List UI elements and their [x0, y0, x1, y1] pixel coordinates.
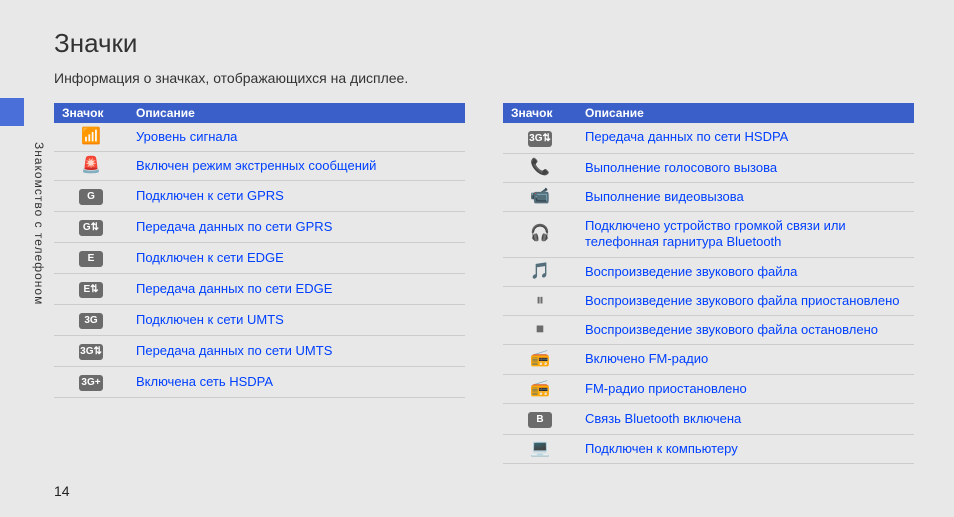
desc-cell: Подключен к компьютеру: [577, 434, 914, 463]
icon-cell: 3G⇅: [54, 336, 128, 367]
icon-cell: 📹: [503, 182, 577, 211]
icon-cell: 3G: [54, 305, 128, 336]
icon-cell: 📞: [503, 153, 577, 182]
signal-icon: 📶: [79, 129, 103, 145]
audio-play-icon: 🎵: [528, 264, 552, 280]
audio-stop-icon: ⏹: [528, 322, 552, 338]
umts-data-icon: 3G⇅: [79, 344, 103, 360]
desc-cell: Подключен к сети EDGE: [128, 243, 465, 274]
table-row: G⇅ Передача данных по сети GPRS: [54, 212, 465, 243]
icon-cell: 📻: [503, 345, 577, 374]
table-row: ⏸ Воспроизведение звукового файла приоста…: [503, 286, 914, 315]
table-row: 3G+ Включена сеть HSDPA: [54, 367, 465, 398]
icon-cell: G⇅: [54, 212, 128, 243]
table-row: 🎧 Подключено устройство громкой связи или…: [503, 212, 914, 258]
table-row: G Подключен к сети GPRS: [54, 181, 465, 212]
th-icon: Значок: [54, 103, 128, 123]
icon-cell: ⏹: [503, 316, 577, 345]
page-body: Значки Информация о значках, отображающи…: [54, 10, 914, 507]
desc-cell: Передача данных по сети UMTS: [128, 336, 465, 367]
icon-cell: 💻: [503, 434, 577, 463]
desc-cell: FM-радио приостановлено: [577, 374, 914, 403]
left-column: Значок Описание 📶 Уровень сигнала 🚨 Включен…: [54, 103, 465, 465]
emergency-icon: 🚨: [79, 158, 103, 174]
bluetooth-icon: B: [528, 412, 552, 428]
desc-cell: Уровень сигнала: [128, 123, 465, 152]
page-title: Значки: [54, 28, 914, 59]
table-row: 3G⇅ Передача данных по сети UMTS: [54, 336, 465, 367]
audio-pause-icon: ⏸: [528, 293, 552, 309]
table-row: B Связь Bluetooth включена: [503, 403, 914, 434]
icon-cell: 🎵: [503, 257, 577, 286]
desc-cell: Воспроизведение звукового файла остановл…: [577, 316, 914, 345]
gprs-data-icon: G⇅: [79, 220, 103, 236]
fm-on-icon: 📻: [528, 351, 552, 367]
table-row: 📻 Включено FM-радио: [503, 345, 914, 374]
voice-call-icon: 📞: [528, 160, 552, 176]
desc-cell: Выполнение видеовызова: [577, 182, 914, 211]
icon-cell: G: [54, 181, 128, 212]
edge-data-icon: E⇅: [79, 282, 103, 298]
section-side-label: Знакомство с телефоном: [32, 142, 46, 305]
icon-cell: E⇅: [54, 274, 128, 305]
fm-pause-icon: 📻: [528, 381, 552, 397]
bt-headset-icon: 🎧: [528, 226, 552, 242]
icon-cell: ⏸: [503, 286, 577, 315]
icon-cell: 3G+: [54, 367, 128, 398]
desc-cell: Подключено устройство громкой связи или …: [577, 212, 914, 258]
desc-cell: Передача данных по сети EDGE: [128, 274, 465, 305]
table-row: 🚨 Включен режим экстренных сообщений: [54, 151, 465, 180]
page-number: 14: [54, 483, 70, 499]
desc-cell: Передача данных по сети HSDPA: [577, 123, 914, 154]
desc-cell: Воспроизведение звукового файла приостан…: [577, 286, 914, 315]
icon-table-left: Значок Описание 📶 Уровень сигнала 🚨 Включен…: [54, 103, 465, 399]
right-column: Значок Описание 3G⇅ Передача данных по се…: [503, 103, 914, 465]
gprs-icon: G: [79, 189, 103, 205]
th-desc: Описание: [128, 103, 465, 123]
icon-cell: 📶: [54, 123, 128, 152]
section-color-tab: [0, 98, 24, 126]
desc-cell: Включен режим экстренных сообщений: [128, 151, 465, 180]
icon-table-right: Значок Описание 3G⇅ Передача данных по се…: [503, 103, 914, 465]
desc-cell: Подключен к сети GPRS: [128, 181, 465, 212]
icon-cell: 🎧: [503, 212, 577, 258]
table-row: 📹 Выполнение видеовызова: [503, 182, 914, 211]
edge-icon: E: [79, 251, 103, 267]
desc-cell: Включена сеть HSDPA: [128, 367, 465, 398]
table-row: 💻 Подключен к компьютеру: [503, 434, 914, 463]
desc-cell: Включено FM-радио: [577, 345, 914, 374]
table-row: 🎵 Воспроизведение звукового файла: [503, 257, 914, 286]
desc-cell: Выполнение голосового вызова: [577, 153, 914, 182]
icon-cell: 🚨: [54, 151, 128, 180]
icon-cell: E: [54, 243, 128, 274]
video-call-icon: 📹: [528, 189, 552, 205]
th-icon: Значок: [503, 103, 577, 123]
icon-cell: 📻: [503, 374, 577, 403]
hsdpa-data-icon: 3G⇅: [528, 131, 552, 147]
table-row: 3G⇅ Передача данных по сети HSDPA: [503, 123, 914, 154]
umts-icon: 3G: [79, 313, 103, 329]
table-row: 📻 FM-радио приостановлено: [503, 374, 914, 403]
icon-cell: B: [503, 403, 577, 434]
desc-cell: Связь Bluetooth включена: [577, 403, 914, 434]
desc-cell: Воспроизведение звукового файла: [577, 257, 914, 286]
desc-cell: Подключен к сети UMTS: [128, 305, 465, 336]
table-row: E⇅ Передача данных по сети EDGE: [54, 274, 465, 305]
intro-text: Информация о значках, отображающихся на …: [54, 69, 434, 89]
table-row: 📞 Выполнение голосового вызова: [503, 153, 914, 182]
table-row: E Подключен к сети EDGE: [54, 243, 465, 274]
th-desc: Описание: [577, 103, 914, 123]
desc-cell: Передача данных по сети GPRS: [128, 212, 465, 243]
table-row: ⏹ Воспроизведение звукового файла останов…: [503, 316, 914, 345]
hsdpa-icon: 3G+: [79, 375, 103, 391]
table-row: 3G Подключен к сети UMTS: [54, 305, 465, 336]
icon-cell: 3G⇅: [503, 123, 577, 154]
pc-connect-icon: 💻: [528, 441, 552, 457]
table-row: 📶 Уровень сигнала: [54, 123, 465, 152]
